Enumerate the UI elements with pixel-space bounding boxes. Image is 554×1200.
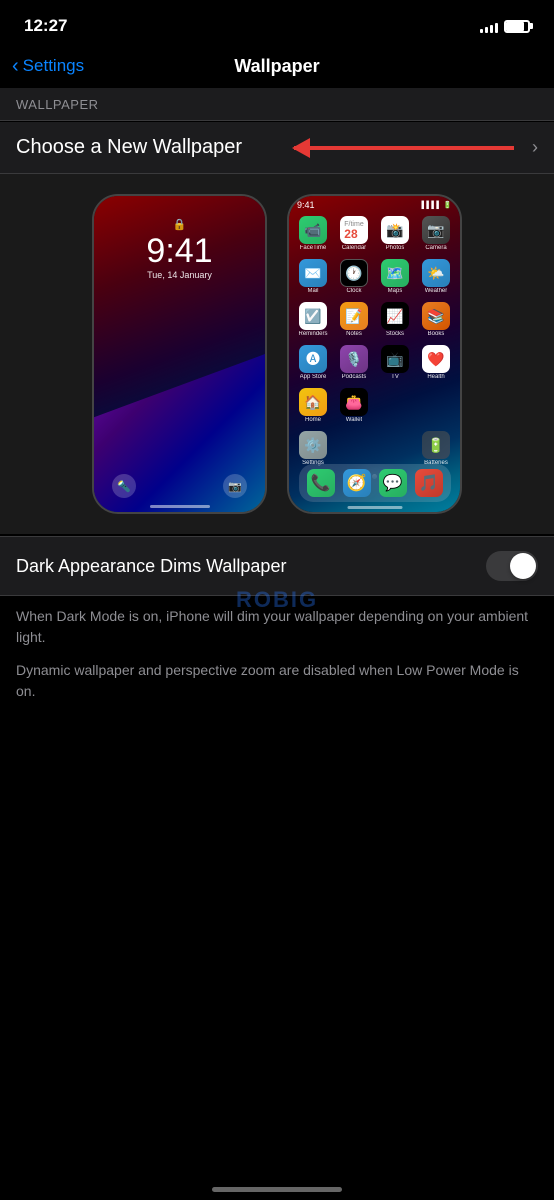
app-grid-row3: ☑️ Reminders 📝 Notes 📈 Stocks 📚 Books xyxy=(289,298,460,341)
signal-bar-3 xyxy=(490,25,493,33)
app-calendar: F/time 28 Calendar xyxy=(336,216,372,251)
device-home-indicator xyxy=(212,1187,342,1192)
section-header-text: WALLPAPER xyxy=(16,97,99,112)
app-home: 🏠 Home xyxy=(295,388,331,423)
app-grid-row4: 🅐 App Store 🎙️ Podcasts 📺 TV ❤️ Health xyxy=(289,341,460,384)
signal-bar-2 xyxy=(485,27,488,33)
lock-screen-wallpaper: 🔒 9:41 Tue, 14 January 🔦 📷 xyxy=(94,196,265,512)
home-battery-icon: 🔋 xyxy=(443,201,452,209)
lock-screen-time: 9:41 xyxy=(146,233,212,270)
home-screen-status: 9:41 ▌▌▌▌ 🔋 xyxy=(289,196,460,212)
signal-bars-icon xyxy=(480,19,498,33)
app-stocks: 📈 Stocks xyxy=(377,302,413,337)
app-health: ❤️ Health xyxy=(418,345,454,380)
app-empty2 xyxy=(418,388,454,423)
dark-appearance-toggle[interactable] xyxy=(486,551,538,581)
home-dock: 📞 🧭 💬 🎵 xyxy=(299,464,451,502)
app-grid-row2: ✉️ Mail 🕐 Clock 🗺️ Maps 🌤️ Weather xyxy=(289,255,460,298)
chevron-right-icon: › xyxy=(532,137,538,158)
footer-text-area: When Dark Mode is on, iPhone will dim yo… xyxy=(0,596,554,724)
app-empty3 xyxy=(336,431,372,466)
app-reminders: ☑️ Reminders xyxy=(295,302,331,337)
app-batteries: 🔋 Batteries xyxy=(418,431,454,466)
dock-music-icon: 🎵 xyxy=(415,469,443,497)
lock-home-indicator xyxy=(150,505,210,508)
app-mail: ✉️ Mail xyxy=(295,259,331,294)
footer-text-1: When Dark Mode is on, iPhone will dim yo… xyxy=(16,606,538,648)
battery-fill xyxy=(506,22,524,31)
app-grid-row1: 📹 FaceTime F/time 28 Calendar 📸 Photos xyxy=(289,212,460,255)
nav-bar: ‹ Settings Wallpaper xyxy=(0,44,554,88)
app-appstore: 🅐 App Store xyxy=(295,345,331,380)
app-facetime: 📹 FaceTime xyxy=(295,216,331,251)
signal-bar-1 xyxy=(480,29,483,33)
dock-safari-icon: 🧭 xyxy=(343,469,371,497)
home-signal-icon: ▌▌▌▌ xyxy=(421,202,441,209)
app-books: 📚 Books xyxy=(418,302,454,337)
arrow-line xyxy=(294,146,514,150)
status-icons xyxy=(480,19,530,33)
app-settings: ⚙️ Settings xyxy=(295,431,331,466)
app-empty1 xyxy=(377,388,413,423)
app-weather: 🌤️ Weather xyxy=(418,259,454,294)
lock-screen-top: 🔒 9:41 Tue, 14 January xyxy=(146,196,212,280)
lock-screen-bottom: 🔦 📷 xyxy=(94,474,265,498)
home-home-indicator xyxy=(347,506,402,509)
dock-phone-icon: 📞 xyxy=(307,469,335,497)
home-screen-time: 9:41 xyxy=(297,200,315,210)
lock-screen-date: Tue, 14 January xyxy=(147,270,212,280)
lock-icon: 🔒 xyxy=(173,218,187,231)
dock-messages-icon: 💬 xyxy=(379,469,407,497)
choose-wallpaper-label: Choose a New Wallpaper xyxy=(16,136,242,159)
app-grid-row5: 🏠 Home 👛 Wallet xyxy=(289,384,460,427)
app-photos: 📸 Photos xyxy=(377,216,413,251)
app-maps: 🗺️ Maps xyxy=(377,259,413,294)
section-header: WALLPAPER xyxy=(0,88,554,121)
app-tv: 📺 TV xyxy=(377,345,413,380)
camera-shortcut-icon: 📷 xyxy=(223,474,247,498)
dark-appearance-label: Dark Appearance Dims Wallpaper xyxy=(16,556,286,577)
back-button[interactable]: ‹ Settings xyxy=(12,56,84,76)
lock-screen-preview[interactable]: 🔒 9:41 Tue, 14 January 🔦 📷 xyxy=(92,194,267,514)
home-status-icons: ▌▌▌▌ 🔋 xyxy=(421,201,452,209)
status-time: 12:27 xyxy=(24,16,67,36)
home-screen-preview[interactable]: 9:41 ▌▌▌▌ 🔋 📹 FaceTime F/time 28 xyxy=(287,194,462,514)
app-podcasts: 🎙️ Podcasts xyxy=(336,345,372,380)
app-camera: 📷 Camera xyxy=(418,216,454,251)
dark-appearance-row: Dark Appearance Dims Wallpaper xyxy=(0,536,554,596)
page-title: Wallpaper xyxy=(234,56,319,77)
choose-wallpaper-row[interactable]: Choose a New Wallpaper › xyxy=(0,122,554,174)
signal-bar-4 xyxy=(495,23,498,33)
toggle-knob xyxy=(510,553,536,579)
status-bar: 12:27 xyxy=(0,0,554,44)
home-screen-wallpaper: 9:41 ▌▌▌▌ 🔋 📹 FaceTime F/time 28 xyxy=(289,196,460,512)
app-wallet: 👛 Wallet xyxy=(336,388,372,423)
back-label: Settings xyxy=(23,56,84,76)
battery-icon xyxy=(504,20,530,33)
app-clock: 🕐 Clock xyxy=(336,259,372,294)
back-chevron-icon: ‹ xyxy=(12,56,19,76)
app-empty4 xyxy=(377,431,413,466)
flashlight-icon: 🔦 xyxy=(112,474,136,498)
app-notes: 📝 Notes xyxy=(336,302,372,337)
red-arrow-annotation xyxy=(294,146,514,150)
footer-text-2: Dynamic wallpaper and perspective zoom a… xyxy=(16,660,538,702)
wallpaper-preview-area: ROBIG 🔒 9:41 Tue, 14 January 🔦 📷 9:41 ▌▌… xyxy=(0,174,554,534)
